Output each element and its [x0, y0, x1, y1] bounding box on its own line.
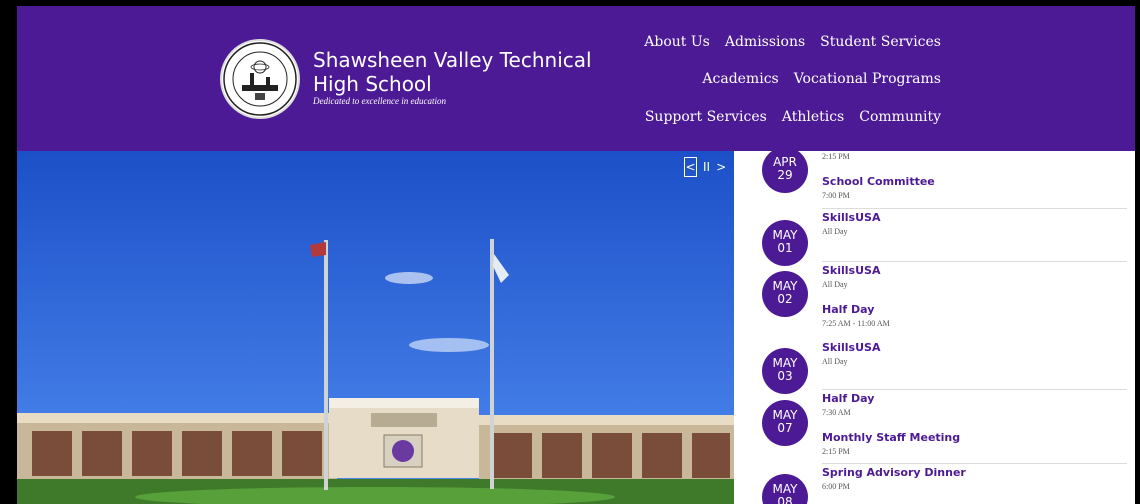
tagline: Dedicated to excellence in education — [313, 96, 446, 106]
pause-icon[interactable]: II — [703, 158, 710, 176]
event-time: All Day — [822, 280, 848, 289]
nav-row-3: Support Services Athletics Community — [645, 109, 941, 125]
event-title[interactable]: School Committee — [822, 175, 935, 188]
nav-about-us[interactable]: About Us — [644, 34, 710, 50]
nav-admissions[interactable]: Admissions — [725, 34, 805, 50]
chevron-left-icon[interactable]: < — [684, 157, 697, 177]
event-time: 6:00 PM — [822, 482, 850, 491]
event-title[interactable]: Monthly Staff Meeting — [822, 431, 960, 444]
event-title[interactable]: SkillsUSA — [822, 211, 880, 224]
event-time: All Day — [822, 227, 848, 236]
nav-academics[interactable]: Academics — [702, 71, 778, 87]
event-time: 2:15 PM — [822, 447, 850, 456]
event-title[interactable]: SkillsUSA — [822, 341, 880, 354]
page-frame: Shawsheen Valley Technical High School D… — [17, 6, 1135, 504]
divider — [822, 208, 1127, 209]
date-badge[interactable]: APR 29 — [762, 151, 808, 193]
nav-support-services[interactable]: Support Services — [645, 109, 767, 125]
event-title[interactable]: SkillsUSA — [822, 264, 880, 277]
hero-image — [17, 151, 734, 504]
site-header: Shawsheen Valley Technical High School D… — [17, 6, 1135, 151]
divider — [822, 389, 1127, 390]
slider-controls: < II > — [684, 157, 729, 177]
date-badge[interactable]: MAY 08 — [762, 474, 808, 504]
school-name[interactable]: Shawsheen Valley Technical High School — [313, 48, 633, 96]
events-list: APR 29 2:15 PM School Committee 7:00 PM … — [746, 151, 1127, 504]
event-title[interactable]: Half Day — [822, 392, 874, 405]
date-badge[interactable]: MAY 01 — [762, 220, 808, 266]
nav-vocational-programs[interactable]: Vocational Programs — [794, 71, 941, 87]
event-time: 2:15 PM — [822, 152, 850, 161]
nav-student-services[interactable]: Student Services — [820, 34, 941, 50]
event-time: 7:25 AM - 11:00 AM — [822, 319, 890, 328]
chevron-right-icon[interactable]: > — [716, 158, 726, 176]
nav-community[interactable]: Community — [859, 109, 941, 125]
nav-athletics[interactable]: Athletics — [782, 109, 844, 125]
event-time: 7:00 PM — [822, 191, 850, 200]
date-badge[interactable]: MAY 02 — [762, 271, 808, 317]
event-time: 7:30 AM — [822, 408, 851, 417]
event-title[interactable]: Half Day — [822, 303, 874, 316]
nav-row-1: About Us Admissions Student Services — [644, 34, 941, 50]
date-badge[interactable]: MAY 03 — [762, 348, 808, 394]
event-title[interactable]: Spring Advisory Dinner — [822, 466, 966, 479]
event-time: All Day — [822, 357, 848, 366]
date-badge[interactable]: MAY 07 — [762, 400, 808, 446]
hero-slideshow[interactable] — [17, 151, 734, 504]
divider — [822, 261, 1127, 262]
school-seal-icon[interactable] — [220, 39, 300, 119]
divider — [822, 463, 1127, 464]
nav-row-2: Academics Vocational Programs — [702, 71, 941, 87]
